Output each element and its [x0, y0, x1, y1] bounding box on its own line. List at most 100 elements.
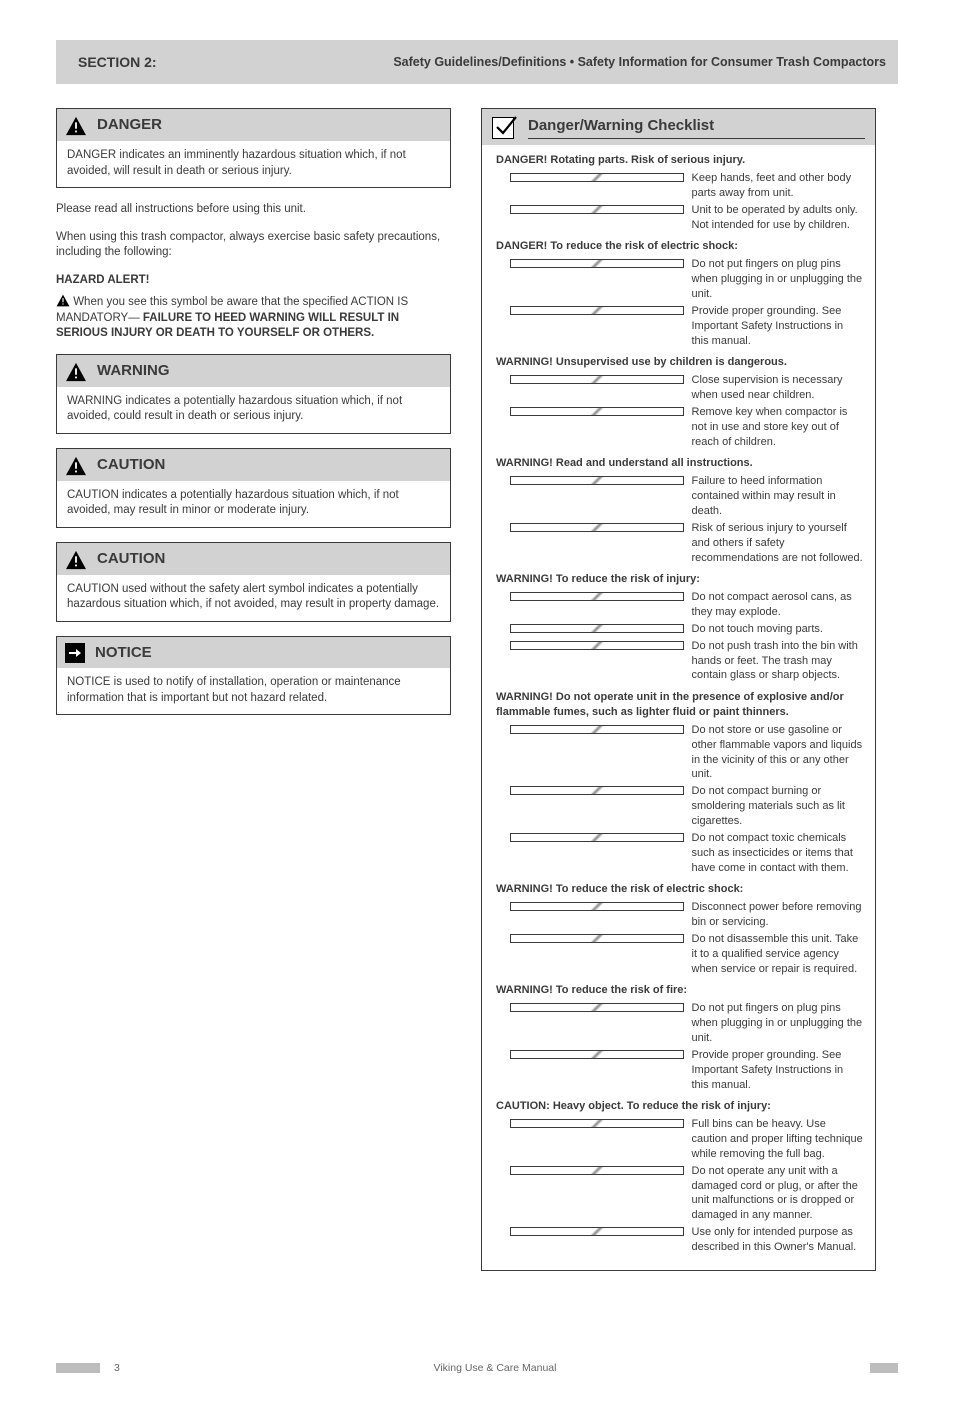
checkbox-icon — [510, 902, 684, 911]
checklist-item-text: Unit to be operated by adults only. Not … — [692, 203, 864, 233]
warning-body: WARNING indicates a potentially hazardou… — [57, 387, 450, 433]
intro-para-1: Please read all instructions before usin… — [56, 202, 451, 218]
checklist-item: Do not disassemble this unit. Take it to… — [496, 931, 863, 978]
checklist-item: Risk of serious injury to yourself and o… — [496, 520, 863, 567]
checkbox-icon — [510, 173, 684, 182]
checkbox-icon — [510, 624, 684, 633]
warning-callout: WARNING WARNING indicates a potentially … — [56, 354, 451, 434]
danger-body: DANGER indicates an imminently hazardous… — [57, 141, 450, 187]
checklist-panel: Danger/Warning Checklist DANGER! Rotatin… — [481, 108, 876, 1271]
checklist-item-text: Do not touch moving parts. — [692, 622, 864, 637]
footer-bar-left — [56, 1363, 100, 1373]
checklist-item: Do not push trash into the bin with hand… — [496, 638, 863, 685]
section-subtitle: Safety Guidelines/Definitions • Safety I… — [393, 54, 886, 71]
checklist-group-title: WARNING! Do not operate unit in the pres… — [496, 690, 863, 720]
caution-body-1: CAUTION indicates a potentially hazardou… — [57, 481, 450, 527]
checklist-group-title: DANGER! To reduce the risk of electric s… — [496, 239, 863, 254]
checklist-item: Do not compact aerosol cans, as they may… — [496, 589, 863, 621]
hazard-alert-heading: HAZARD ALERT! — [56, 273, 451, 289]
checkbox-icon — [510, 259, 684, 268]
checklist-group-title: WARNING! Read and understand all instruc… — [496, 456, 863, 471]
checklist-item: Keep hands, feet and other body parts aw… — [496, 170, 863, 202]
checkbox-icon — [510, 833, 684, 842]
checkbox-icon — [510, 786, 684, 795]
checkbox-icon — [510, 476, 684, 485]
checklist-body: DANGER! Rotating parts. Risk of serious … — [482, 145, 875, 1270]
page-footer: 3 Viking Use & Care Manual — [56, 1361, 898, 1375]
checklist-item: Do not compact burning or smoldering mat… — [496, 783, 863, 830]
checkbox-icon — [510, 1119, 684, 1128]
checklist-item: Provide proper grounding. See Important … — [496, 303, 863, 350]
hazard-alert-body: When you see this symbol be aware that t… — [56, 294, 451, 342]
left-column: DANGER DANGER indicates an imminently ha… — [56, 108, 451, 1271]
footer-text: Viking Use & Care Manual — [134, 1361, 856, 1375]
checklist-item-text: Failure to heed information contained wi… — [692, 474, 864, 519]
notice-callout: NOTICE NOTICE is used to notify of insta… — [56, 636, 451, 715]
checkbox-icon — [510, 934, 684, 943]
checkbox-icon — [510, 306, 684, 315]
checklist-item: Do not touch moving parts. — [496, 621, 863, 638]
checkbox-icon — [510, 725, 684, 734]
checklist-item-text: Do not disassemble this unit. Take it to… — [692, 932, 864, 977]
checkbox-icon — [510, 1050, 684, 1059]
checklist-group-title: WARNING! Unsupervised use by children is… — [496, 355, 863, 370]
checklist-item-text: Remove key when compactor is not in use … — [692, 405, 864, 450]
checkmark-icon — [492, 117, 514, 139]
checklist-item: Full bins can be heavy. Use caution and … — [496, 1116, 863, 1163]
checklist-item: Do not put fingers on plug pins when plu… — [496, 1000, 863, 1047]
checklist-item-text: Do not operate any unit with a damaged c… — [692, 1164, 864, 1223]
caution-header-1: CAUTION — [97, 455, 165, 475]
caution-callout-2: CAUTION CAUTION used without the safety … — [56, 542, 451, 622]
checklist-item: Provide proper grounding. See Important … — [496, 1047, 863, 1094]
checklist-item-text: Do not compact burning or smoldering mat… — [692, 784, 864, 829]
footer-bar-right — [870, 1363, 898, 1373]
checklist-item-text: Provide proper grounding. See Important … — [692, 1048, 864, 1093]
checklist-title: Danger/Warning Checklist — [528, 116, 865, 139]
caution-body-2: CAUTION used without the safety alert sy… — [57, 575, 450, 621]
intro-para-2: When using this trash compactor, always … — [56, 230, 451, 261]
checklist-group-title: WARNING! To reduce the risk of injury: — [496, 572, 863, 587]
checkbox-icon — [510, 592, 684, 601]
warning-triangle-icon — [56, 296, 73, 308]
checklist-item-text: Use only for intended purpose as describ… — [692, 1225, 864, 1255]
checklist-item: Disconnect power before removing bin or … — [496, 899, 863, 931]
checklist-item-text: Do not push trash into the bin with hand… — [692, 639, 864, 684]
warning-triangle-icon — [65, 549, 87, 570]
notice-header: NOTICE — [95, 643, 152, 663]
checklist-group-title: CAUTION: Heavy object. To reduce the ris… — [496, 1099, 863, 1114]
checkbox-icon — [510, 1003, 684, 1012]
checklist-item: Do not store or use gasoline or other fl… — [496, 722, 863, 783]
checkbox-icon — [510, 641, 684, 650]
danger-callout: DANGER DANGER indicates an imminently ha… — [56, 108, 451, 188]
checklist-item-text: Do not compact aerosol cans, as they may… — [692, 590, 864, 620]
warning-triangle-icon — [65, 361, 87, 382]
checkbox-icon — [510, 375, 684, 384]
checklist-item-text: Do not compact toxic chemicals such as i… — [692, 831, 864, 876]
arrow-right-icon — [65, 643, 85, 663]
checklist-item: Use only for intended purpose as describ… — [496, 1224, 863, 1256]
danger-header: DANGER — [97, 115, 162, 135]
checklist-item-text: Do not put fingers on plug pins when plu… — [692, 257, 864, 302]
title-bar: SECTION 2: Safety Guidelines/Definitions… — [56, 40, 898, 84]
checklist-item: Close supervision is necessary when used… — [496, 372, 863, 404]
checklist-item-text: Close supervision is necessary when used… — [692, 373, 864, 403]
checkbox-icon — [510, 205, 684, 214]
notice-body: NOTICE is used to notify of installation… — [57, 668, 450, 714]
caution-header-2: CAUTION — [97, 549, 165, 569]
caution-callout-1: CAUTION CAUTION indicates a potentially … — [56, 448, 451, 528]
section-label: SECTION 2: — [78, 53, 157, 72]
checklist-item: Do not put fingers on plug pins when plu… — [496, 256, 863, 303]
checkbox-icon — [510, 407, 684, 416]
checklist-item-text: Do not store or use gasoline or other fl… — [692, 723, 864, 782]
warning-triangle-icon — [65, 455, 87, 476]
checklist-item-text: Keep hands, feet and other body parts aw… — [692, 171, 864, 201]
checklist-item-text: Disconnect power before removing bin or … — [692, 900, 864, 930]
checklist-item-text: Do not put fingers on plug pins when plu… — [692, 1001, 864, 1046]
checklist-item-text: Risk of serious injury to yourself and o… — [692, 521, 864, 566]
checklist-item-text: Full bins can be heavy. Use caution and … — [692, 1117, 864, 1162]
checklist-group-title: DANGER! Rotating parts. Risk of serious … — [496, 153, 863, 168]
checklist-group-title: WARNING! To reduce the risk of fire: — [496, 983, 863, 998]
checklist-item: Do not operate any unit with a damaged c… — [496, 1163, 863, 1224]
warning-header: WARNING — [97, 361, 170, 381]
checklist-group-title: WARNING! To reduce the risk of electric … — [496, 882, 863, 897]
